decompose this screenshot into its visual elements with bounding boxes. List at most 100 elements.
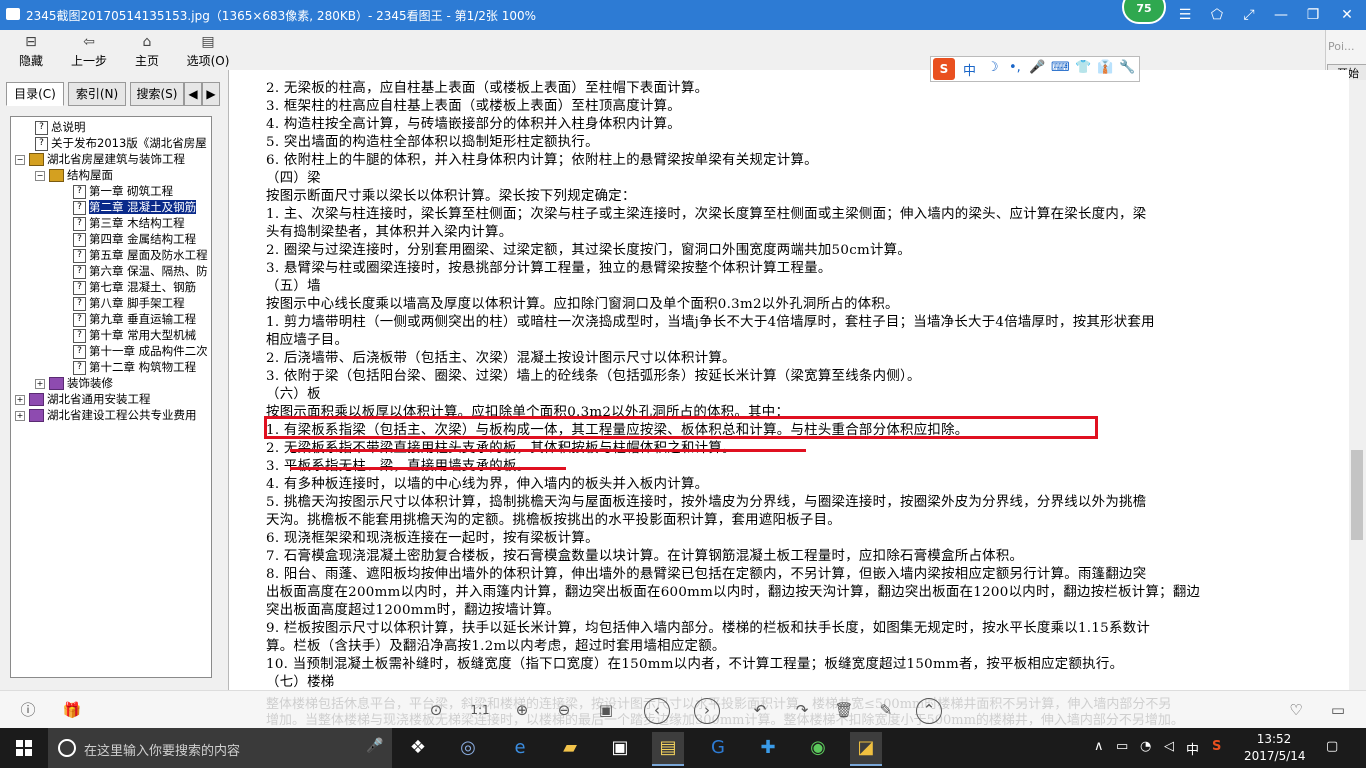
sidebar: 目录(C) 索引(N) 搜索(S) ◀ ▶ ? 总说明 ? 关于发布2013版《湖北… (0, 70, 229, 690)
actual-size-button[interactable]: 1:1 (468, 698, 492, 722)
menu-icon[interactable]: ☰ (1174, 5, 1196, 25)
help-topic-icon: ? (35, 120, 48, 135)
shirt-icon[interactable]: 👔 (1097, 60, 1113, 75)
close-button[interactable]: ✕ (1336, 5, 1358, 25)
tree-item-chapter-5[interactable]: ? 第五章 屋面及防水工程 (73, 247, 208, 263)
system-clock[interactable]: 13:52 2017/5/14 (1244, 731, 1306, 765)
rotate-view-icon[interactable]: ⊙ (424, 698, 448, 722)
hide-button[interactable]: ⊟ 隐藏 (6, 32, 56, 69)
windows-start-button[interactable] (0, 728, 48, 768)
collapse-icon[interactable]: − (35, 170, 45, 181)
tree-item-chapter-7[interactable]: ? 第七章 混凝土、钢筋 (73, 279, 196, 295)
tree-item-notice[interactable]: ? 关于发布2013版《湖北省房屋 (35, 135, 207, 151)
content-line: 出板面高度在200mm以内时，并入雨篷内计算，翻边突出板面在600mm以内时，翻… (266, 585, 1201, 600)
sogou-tray-icon[interactable]: S (1212, 739, 1221, 754)
folder-icon[interactable]: ▭ (1326, 698, 1350, 722)
gift-icon[interactable]: 🎁 (60, 698, 84, 722)
collapse-icon[interactable]: − (15, 154, 25, 165)
expand-icon[interactable]: + (35, 378, 45, 389)
fit-window-icon[interactable]: ▣ (594, 698, 618, 722)
tree-item-chapter-10[interactable]: ? 第十章 常用大型机械 (73, 327, 196, 343)
tree-item-installation[interactable]: + 湖北省通用安装工程 (15, 391, 151, 407)
tab-contents[interactable]: 目录(C) (6, 82, 64, 106)
content-scrollbar[interactable] (1349, 80, 1366, 690)
options-button[interactable]: ▤ 选项(O) (180, 32, 236, 69)
content-line: 2. 无梁板的柱高，应自柱基上表面（或楼板上表面）至柱帽下表面计算。 (266, 81, 709, 96)
volume-icon[interactable]: ◁ (1164, 739, 1174, 754)
next-image-button[interactable]: › (694, 698, 720, 724)
tab-scroll-right-icon[interactable]: ▶ (202, 82, 220, 106)
skin-icon[interactable]: 👕 (1075, 60, 1091, 75)
previous-image-button[interactable]: ‹ (644, 698, 670, 724)
tree-item-chapter-9[interactable]: ? 第九章 垂直运输工程 (73, 311, 196, 327)
punctuation-icon[interactable]: •, (1009, 60, 1021, 75)
microphone-icon[interactable]: 🎤 (366, 738, 383, 754)
tree-item-chapter-4[interactable]: ? 第四章 金属结构工程 (73, 231, 196, 247)
file-explorer-icon[interactable]: ▰ (554, 732, 586, 764)
wrench-icon[interactable]: 🔧 (1119, 60, 1135, 75)
edit-icon[interactable]: ✎ (874, 698, 898, 722)
wifi-icon[interactable]: ◔ (1140, 739, 1151, 754)
back-button[interactable]: ⇦ 上一步 (64, 32, 114, 69)
back-arrow-icon: ⇦ (83, 34, 95, 50)
moon-icon[interactable]: ☽ (987, 60, 999, 75)
tree-item-public-fees[interactable]: + 湖北省建设工程公共专业费用 (15, 407, 197, 423)
maximize-button[interactable]: ❐ (1302, 5, 1324, 25)
cortana-icon (58, 739, 76, 757)
tree-item-chapter-6[interactable]: ? 第六章 保温、隔热、防 (73, 263, 208, 279)
windows-logo-icon (16, 740, 32, 756)
minimize-button[interactable]: — (1270, 5, 1292, 25)
taskbar-search-box[interactable]: 在这里输入你要搜索的内容 🎤 (48, 728, 392, 768)
content-line: 2. 圈梁与过梁连接时，分别套用圈梁、过梁定额，其过梁长度按门，窗洞口外围宽度两… (266, 243, 912, 258)
skin-icon[interactable]: ⬠ (1206, 5, 1228, 25)
browser-360-icon[interactable]: ◎ (452, 732, 484, 764)
expand-icon[interactable]: + (15, 410, 25, 421)
score-badge[interactable]: 75 (1122, 0, 1166, 24)
notification-icon[interactable]: ▢ (1326, 739, 1338, 754)
scrollbar-thumb[interactable] (1351, 450, 1363, 540)
keyboard-icon[interactable]: ⌨ (1051, 60, 1070, 75)
content-line: 4. 构造柱按全高计算，与砖墙嵌接部分的体积并入柱身体积内计算。 (266, 117, 681, 132)
green-app-icon[interactable]: ◉ (802, 732, 834, 764)
tab-index[interactable]: 索引(N) (68, 82, 126, 106)
mic-icon[interactable]: 🎤 (1029, 60, 1045, 75)
ime-tray-indicator[interactable]: 中 (1186, 739, 1199, 758)
tree-item-chapter-12[interactable]: ? 第十二章 构筑物工程 (73, 359, 196, 375)
2345-browser-icon[interactable]: G (702, 732, 734, 764)
fullscreen-icon[interactable]: ⤢ (1238, 5, 1260, 25)
tab-search[interactable]: 搜索(S) (130, 82, 184, 106)
ime-toolbar[interactable]: S 中 ☽ •, 🎤 ⌨ 👕 👔 🔧 (930, 56, 1140, 82)
tab-scroll-left-icon[interactable]: ◀ (184, 82, 202, 106)
tree-item-chapter-2[interactable]: ? 第二章 混凝土及钢筋 (73, 199, 197, 215)
open-book-icon (49, 169, 64, 182)
ime-mode[interactable]: 中 (963, 60, 976, 79)
rotate-left-icon[interactable]: ↶ (748, 698, 772, 722)
tray-up-icon[interactable]: ∧ (1094, 739, 1104, 754)
zoom-in-icon[interactable]: ⊕ (510, 698, 534, 722)
delete-icon[interactable]: 🗑 (832, 698, 856, 722)
tree-item-chapter-1[interactable]: ? 第一章 砌筑工程 (73, 183, 173, 199)
tree-item-building[interactable]: − 湖北省房屋建筑与装饰工程 (15, 151, 185, 167)
battery-icon[interactable]: ▭ (1116, 739, 1128, 754)
tree-item-chapter-3[interactable]: ? 第三章 木结构工程 (73, 215, 185, 231)
expand-icon[interactable]: + (15, 394, 25, 405)
info-icon[interactable]: ⓘ (16, 698, 40, 722)
options-label: 选项(O) (186, 54, 230, 68)
edge-icon[interactable]: e (504, 732, 536, 764)
tree-item-chapter-11[interactable]: ? 第十一章 成品构件二次 (73, 343, 208, 359)
tree-item-structure[interactable]: − 结构屋面 (35, 167, 113, 183)
remote-icon[interactable]: ✚ (752, 732, 784, 764)
image-viewer-task-icon[interactable]: ◪ (850, 732, 882, 766)
tree-item-general[interactable]: ? 总说明 (35, 119, 86, 135)
tree-item-decoration[interactable]: + 装饰装修 (35, 375, 113, 391)
home-button[interactable]: ⌂ 主页 (122, 32, 172, 69)
store-icon[interactable]: ▣ (604, 732, 636, 764)
more-up-icon[interactable]: ⌃ (916, 698, 942, 724)
rotate-right-icon[interactable]: ↷ (790, 698, 814, 722)
search-placeholder: 在这里输入你要搜索的内容 (84, 744, 241, 759)
help-viewer-task-icon[interactable]: ▤ (652, 732, 684, 766)
favorite-heart-icon[interactable]: ♡ (1284, 698, 1308, 722)
tree-item-chapter-8[interactable]: ? 第八章 脚手架工程 (73, 295, 185, 311)
zoom-out-icon[interactable]: ⊖ (552, 698, 576, 722)
task-view-icon[interactable]: ❖ (402, 732, 434, 764)
